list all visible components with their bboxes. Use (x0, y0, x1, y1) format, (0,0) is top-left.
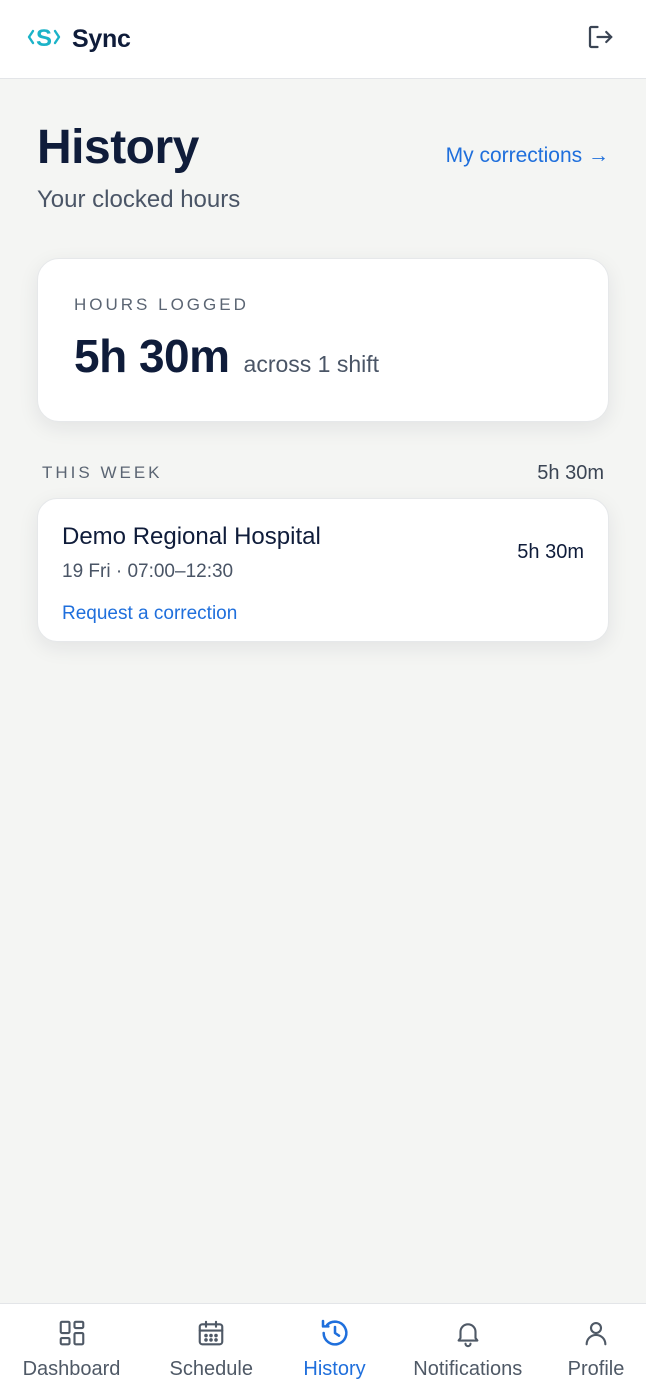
user-icon (579, 1316, 613, 1350)
shift-location: Demo Regional Hospital (62, 523, 321, 550)
dashboard-icon (55, 1316, 89, 1350)
nav-label-profile: Profile (567, 1358, 625, 1380)
nav-label-dashboard: Dashboard (22, 1358, 121, 1380)
nav-item-profile[interactable]: Profile (546, 1304, 646, 1400)
nav-label-history: History (303, 1358, 366, 1380)
logout-button[interactable] (584, 23, 616, 55)
bell-icon (451, 1316, 485, 1350)
shift-duration: 5h 30m (517, 541, 584, 563)
nav-item-schedule[interactable]: Schedule (146, 1304, 276, 1400)
hours-logged-label: HOURS LOGGED (74, 295, 249, 314)
nav-item-notifications[interactable]: Notifications (393, 1304, 543, 1400)
app-name: Sync (72, 24, 131, 53)
brand[interactable]: S Sync (26, 22, 131, 57)
nav-item-history[interactable]: History (280, 1304, 390, 1400)
sync-logo-icon: S (26, 22, 62, 57)
hours-summary-card: HOURS LOGGED 5h 30m across 1 shift (37, 258, 609, 422)
logout-icon (585, 22, 615, 57)
page-header: History Your clocked hours My correction… (37, 118, 609, 228)
my-corrections-link[interactable]: My corrections → (446, 144, 609, 168)
shift-card[interactable]: Demo Regional Hospital 19 Fri · 07:00–12… (37, 498, 609, 642)
request-correction-link[interactable]: Request a correction (62, 603, 237, 625)
nav-item-dashboard[interactable]: Dashboard (0, 1304, 143, 1400)
svg-text:S: S (36, 25, 52, 52)
week-section-header: THIS WEEK 5h 30m (42, 460, 604, 486)
nav-label-notifications: Notifications (413, 1358, 523, 1380)
page-subtitle: Your clocked hours (37, 186, 241, 213)
calendar-icon (194, 1316, 228, 1350)
week-total: 5h 30m (537, 461, 604, 484)
history-icon (318, 1316, 352, 1350)
top-bar: S Sync (0, 0, 646, 79)
week-label: THIS WEEK (42, 463, 163, 482)
hours-logged-value: 5h 30m (74, 330, 230, 382)
nav-label-schedule: Schedule (169, 1358, 253, 1380)
shift-time: 19 Fri · 07:00–12:30 (62, 561, 234, 582)
bottom-nav: Dashboard Schedule History Notifications… (0, 1303, 646, 1400)
shift-count-text: across 1 shift (243, 351, 380, 377)
